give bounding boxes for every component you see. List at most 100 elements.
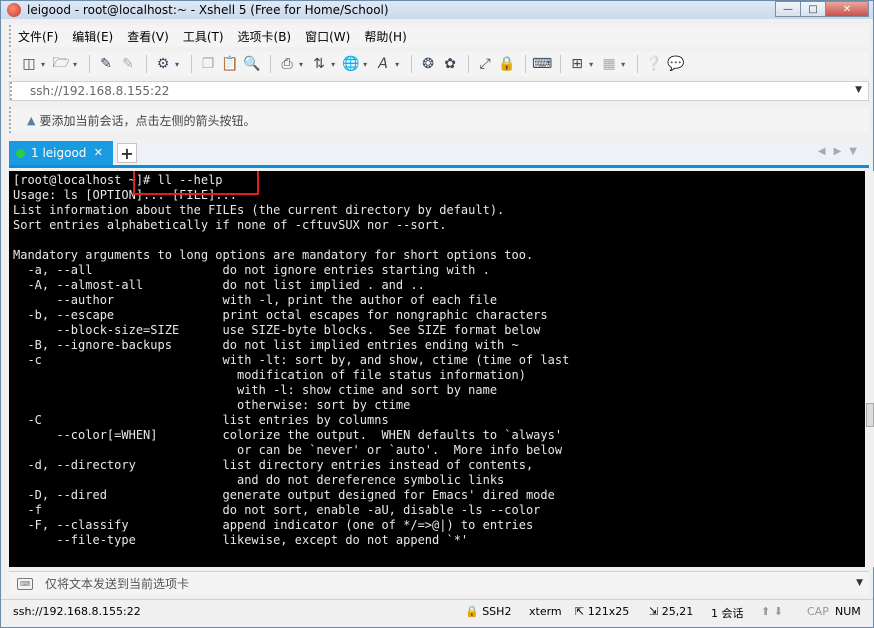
status-terminal-type: xterm [529,605,562,618]
paste-icon[interactable]: 📋 [220,54,240,74]
toolbar: ◫ ▾ 🗁 ▾ ✎ ✎ ⚙ ▾ ❐ 📋 🔍 ⎙ ▾ ⇅ ▾ 🌐 ▾ A ▾ ❂ ✿ ⤢ 🔒 ⌨… [9,51,869,77]
disconnect-icon[interactable]: ✎ [118,54,138,74]
status-cursor-text: 25,21 [661,605,694,618]
tab-navigation-arrows[interactable]: ◀▶▼ [818,146,865,157]
status-size-text: 121x25 [587,605,630,618]
terminal-scrollbar[interactable] [865,171,874,567]
toolbar-separator [637,55,639,73]
window-controls: — □ ✕ [775,1,869,17]
terminal-line: [root@localhost ~]# ll --help [13,173,223,187]
menu-edit[interactable]: 编辑(E) [65,28,120,45]
copy-icon[interactable]: ❐ [198,54,218,74]
xftp-icon[interactable]: ❂ [418,54,438,74]
menu-bar: 文件(F) 编辑(E) 查看(V) 工具(T) 选项卡(B) 窗口(W) 帮助(… [9,25,869,47]
address-bar[interactable]: ssh://192.168.8.155:22 ▼ [9,81,869,101]
transfer-dropdown-icon[interactable]: ▾ [331,60,335,69]
menu-tools[interactable]: 工具(T) [176,28,231,45]
toolbar-separator [146,55,148,73]
status-protocol: 🔒 SSH2 [465,605,511,618]
session-hint-bar: ▲ 要添加当前会话，点击左侧的箭头按钮。 [9,107,869,133]
globe-icon[interactable]: 🌐 [341,54,361,74]
font-icon[interactable]: A [373,54,393,74]
compose-input[interactable]: 仅将文本发送到当前选项卡 [45,575,189,592]
new-tab-icon[interactable]: ⊞ [567,54,587,74]
menu-view[interactable]: 查看(V) [120,28,176,45]
tab-leigood[interactable]: 1 leigood ✕ [9,141,113,165]
transfer-icon[interactable]: ⇅ [309,54,329,74]
keyboard-compose-icon[interactable]: ⌨ [17,577,33,590]
font-dropdown-icon[interactable]: ▾ [395,60,399,69]
new-session-icon[interactable]: ◫ [19,54,39,74]
session-navigation-arrows-icon[interactable]: ⬆ ⬇ [761,605,783,618]
properties-icon[interactable]: ⚙ [153,54,173,74]
help-icon[interactable]: ❔ [644,54,664,74]
status-num: NUM [835,605,861,618]
terminal-line: -D, --dired generate output designed for… [13,488,555,502]
terminal-line: --file-type likewise, except do not appe… [13,533,469,547]
tab-bar: 1 leigood ✕ + ◀▶▼ [9,141,869,168]
toolbar-separator [560,55,562,73]
address-input[interactable]: ssh://192.168.8.155:22 [30,84,169,98]
address-dropdown-icon[interactable]: ▼ [855,85,862,95]
reconnect-icon[interactable]: ✎ [96,54,116,74]
add-tab-button[interactable]: + [117,143,137,163]
keyboard-icon[interactable]: ⌨ [532,54,552,74]
menu-window[interactable]: 窗口(W) [298,28,357,45]
find-icon[interactable]: 🔍 [242,54,262,74]
connected-status-icon [16,148,25,158]
layout-icon[interactable]: ▦ [599,54,619,74]
scrollbar-thumb[interactable] [866,403,874,427]
add-session-arrow-icon[interactable]: ▲ [27,114,35,127]
minimize-button[interactable]: — [775,1,801,17]
new-session-dropdown-icon[interactable]: ▾ [41,60,45,69]
lock-icon[interactable]: 🔒 [497,54,517,74]
lock-status-icon: 🔒 [465,605,479,618]
status-size: ⇱ 121x25 [575,605,629,618]
terminal-line: with -l: show ctime and sort by name [13,383,498,397]
layout-dropdown-icon[interactable]: ▾ [621,60,625,69]
print-dropdown-icon[interactable]: ▾ [299,60,303,69]
terminal-line: modification of file status information) [13,368,526,382]
terminal-line: -A, --almost-all do not list implied . a… [13,278,425,292]
tab-label: 1 leigood [31,146,87,160]
compose-dropdown-icon[interactable]: ▼ [856,578,863,588]
terminal-line: --block-size=SIZE use SIZE-byte blocks. … [13,323,541,337]
print-icon[interactable]: ⎙ [277,54,297,74]
terminal-line: or can be `never' or `auto'. More info b… [13,443,563,457]
xshell-window: leigood - root@localhost:~ - Xshell 5 (F… [0,0,874,628]
title-bar[interactable]: leigood - root@localhost:~ - Xshell 5 (F… [1,1,873,19]
globe-dropdown-icon[interactable]: ▾ [363,60,367,69]
properties-dropdown-icon[interactable]: ▾ [175,60,179,69]
status-cursor: ⇲ 25,21 [649,605,693,618]
fullscreen-icon[interactable]: ⤢ [475,54,495,74]
terminal-line: -f do not sort, enable -aU, disable -ls … [13,503,541,517]
terminal-line: -C list entries by columns [13,413,389,427]
resize-icon: ⇱ [575,605,585,618]
toolbar-separator [270,55,272,73]
menu-tabs[interactable]: 选项卡(B) [231,28,299,45]
terminal-line: -c with -lt: sort by, and show, ctime (t… [13,353,570,367]
open-folder-icon[interactable]: 🗁 [51,54,71,74]
terminal-line: -b, --escape print octal escapes for non… [13,308,548,322]
terminal-line: Usage: ls [OPTION]... [FILE]... [13,188,237,202]
toolbar-separator [89,55,91,73]
terminal-line: Sort entries alphabetically if none of -… [13,218,447,232]
open-dropdown-icon[interactable]: ▾ [73,60,77,69]
xmanager-icon[interactable]: ✿ [440,54,460,74]
terminal-line: Mandatory arguments to long options are … [13,248,534,262]
maximize-button[interactable]: □ [800,1,826,17]
xshell-logo-icon [7,3,21,17]
terminal-view[interactable]: [root@localhost ~]# ll --help Usage: ls [… [9,171,865,567]
menu-file[interactable]: 文件(F) [11,28,65,45]
comment-icon[interactable]: 💬 [666,54,686,74]
tab-close-icon[interactable]: ✕ [94,146,103,159]
cursor-position-icon: ⇲ [649,605,659,618]
toolbar-separator [411,55,413,73]
menu-help[interactable]: 帮助(H) [357,28,413,45]
close-button[interactable]: ✕ [825,1,869,17]
terminal-line: -F, --classify append indicator (one of … [13,518,534,532]
status-connection: ssh://192.168.8.155:22 [13,605,141,618]
compose-bar[interactable]: ⌨ 仅将文本发送到当前选项卡 ▼ [9,571,869,595]
toolbar-separator [468,55,470,73]
new-tab-dropdown-icon[interactable]: ▾ [589,60,593,69]
